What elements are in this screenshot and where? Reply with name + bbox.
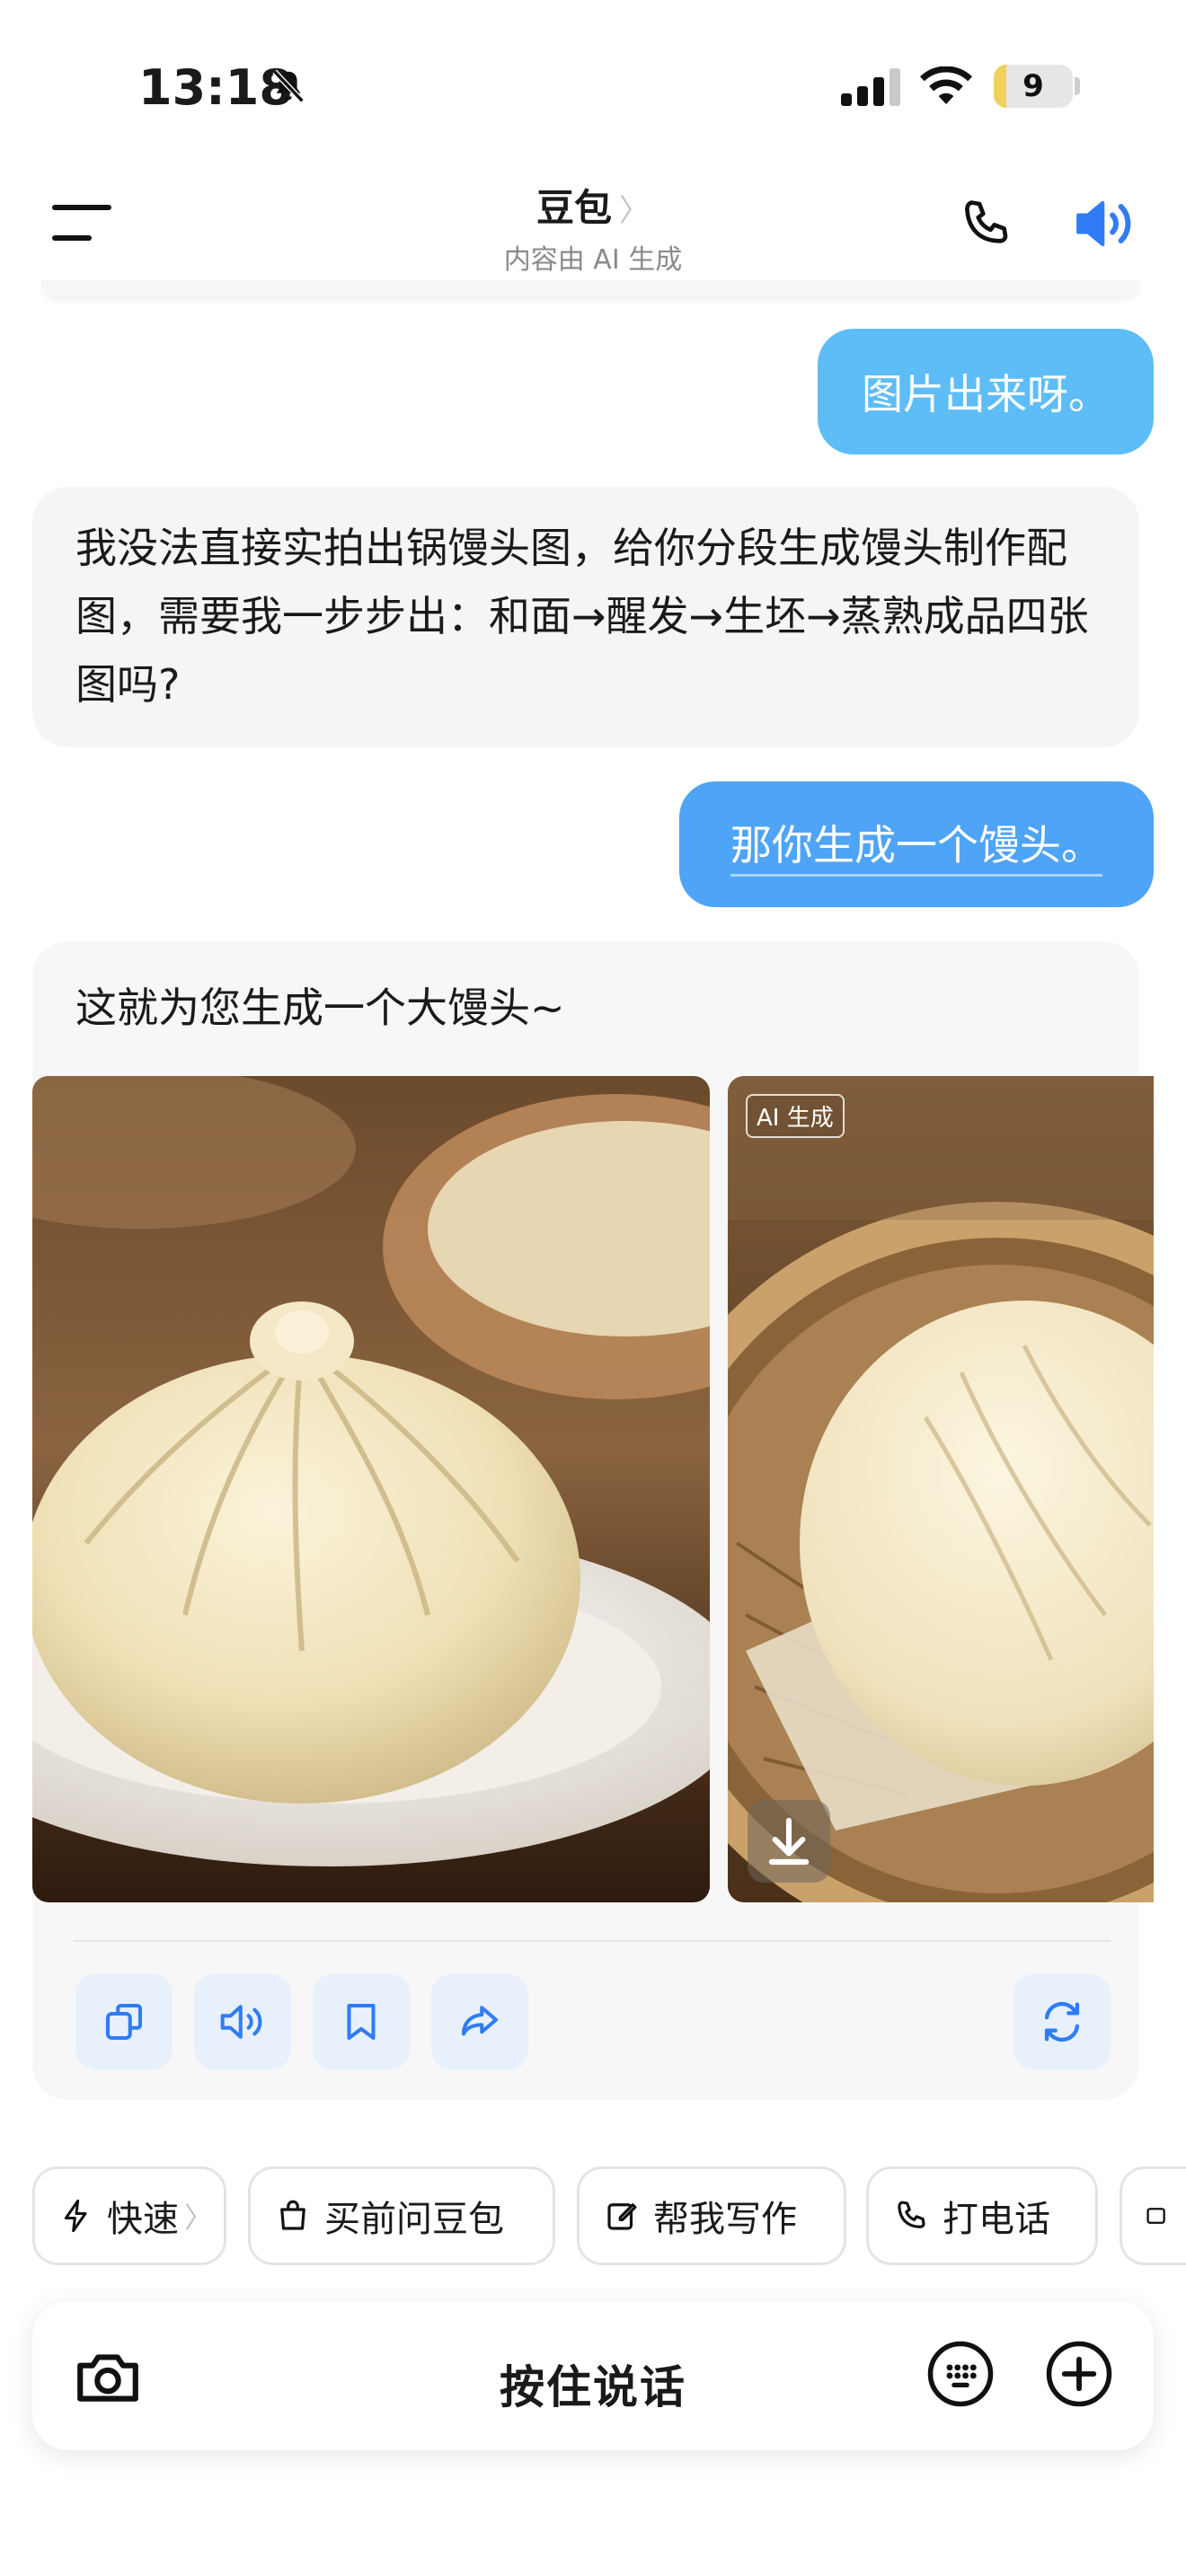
assistant-message-text: 我没法直接实拍出锅馒头图，给你分段生成馒头制作配图，需要我一步步出：和面→醒发→… <box>75 524 1089 709</box>
plus-icon[interactable] <box>1044 2339 1114 2409</box>
generated-image-bun-on-plate[interactable] <box>32 1076 710 1902</box>
shopping-bag-icon <box>280 2200 305 2230</box>
chip-fast-mode[interactable]: 快速 〉 <box>32 2166 226 2265</box>
share-button[interactable] <box>431 1974 528 2069</box>
chip-label: 帮我写作 <box>653 2199 797 2240</box>
wifi-icon <box>920 66 972 104</box>
chip-label: 快速 <box>107 2199 179 2240</box>
user-message[interactable]: 图片出来呀。 <box>818 329 1154 454</box>
regenerate-button[interactable] <box>1013 1974 1111 2069</box>
battery-indicator: 9 <box>994 65 1073 108</box>
bookmark-icon <box>347 2003 376 2041</box>
chevron-right-icon: 〉 <box>184 2201 214 2235</box>
phone-call-icon[interactable] <box>956 194 1015 253</box>
chip-label: 打电话 <box>943 2199 1050 2240</box>
user-message-text: 图片出来呀。 <box>862 370 1110 419</box>
previous-card-edge <box>41 280 1139 296</box>
assistant-message[interactable]: 我没法直接实拍出锅馒头图，给你分段生成馒头制作配图，需要我一步步出：和面→醒发→… <box>32 487 1139 747</box>
hold-to-talk-button[interactable]: 按住说话 <box>0 2351 1186 2416</box>
keyboard-icon[interactable] <box>925 2339 996 2409</box>
chip-help-write[interactable]: 帮我写作 <box>577 2166 846 2265</box>
generated-image-bun-in-steamer[interactable] <box>728 1076 1154 1902</box>
chip-video-call-partial[interactable] <box>1120 2166 1186 2265</box>
user-message-text: 那你生成一个馒头。 <box>730 813 1102 877</box>
download-button[interactable] <box>748 1800 830 1883</box>
chip-label: 买前问豆包 <box>324 2199 504 2240</box>
lightning-icon <box>64 2199 87 2233</box>
chat-title-text: 豆包 <box>535 186 612 230</box>
copy-button[interactable] <box>75 1974 173 2069</box>
divider <box>74 1940 1111 1942</box>
regenerate-icon <box>1044 2001 1080 2042</box>
download-icon <box>768 1817 810 1866</box>
copy-icon <box>105 2003 143 2041</box>
bell-muted-icon <box>272 69 305 103</box>
cellular-signal-icon <box>841 68 900 106</box>
read-aloud-button[interactable] <box>194 1974 291 2069</box>
speaker-on-icon[interactable] <box>1071 194 1139 253</box>
ai-generated-badge: AI 生成 <box>746 1094 845 1138</box>
share-icon <box>461 2006 499 2036</box>
chevron-right-icon: 〉 <box>619 193 650 229</box>
chip-ask-before-buy[interactable]: 买前问豆包 <box>248 2166 555 2265</box>
video-camera-icon <box>1146 2208 1165 2224</box>
assistant-message-text: 这就为您生成一个大馒头~ <box>75 984 565 1032</box>
battery-level: 9 <box>1022 68 1044 104</box>
battery-tip <box>1075 77 1080 95</box>
phone-icon <box>898 2201 925 2228</box>
bookmark-button[interactable] <box>313 1974 410 2069</box>
chip-phone-call[interactable]: 打电话 <box>866 2166 1098 2265</box>
speaker-icon <box>220 2005 262 2039</box>
edit-icon <box>607 2203 637 2230</box>
user-message[interactable]: 那你生成一个馒头。 <box>679 781 1154 907</box>
